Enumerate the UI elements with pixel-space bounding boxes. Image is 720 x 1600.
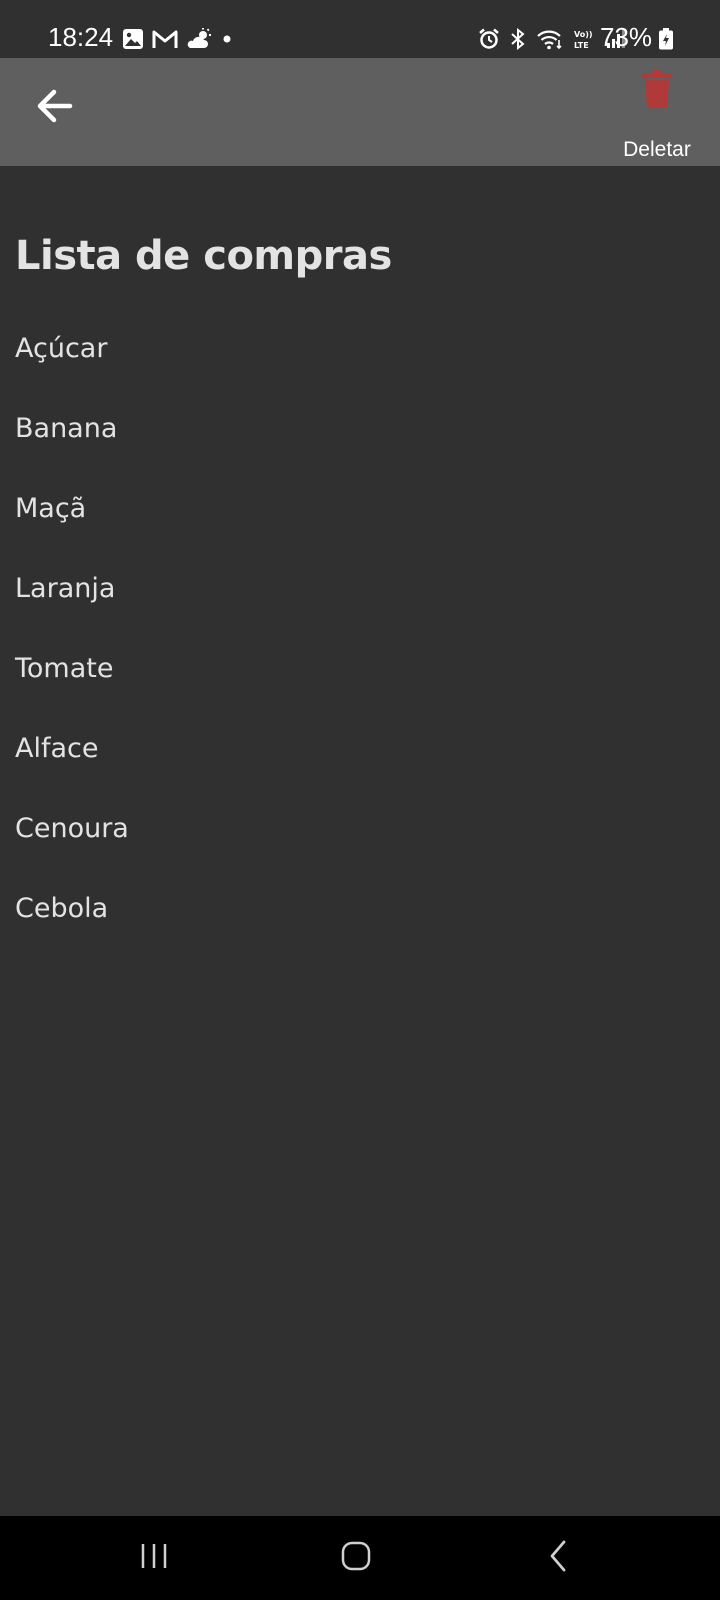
- back-nav-icon: [547, 1540, 569, 1576]
- delete-button[interactable]: Deletar: [612, 70, 702, 161]
- wifi-icon: [536, 28, 564, 50]
- nav-bar: [0, 1516, 720, 1600]
- list-item[interactable]: Cenoura: [0, 788, 720, 868]
- recent-apps-icon: [139, 1542, 169, 1574]
- gallery-icon: [122, 28, 144, 50]
- status-bar: 18:24 Vo)) LTE 73%: [0, 0, 720, 58]
- back-button[interactable]: [26, 80, 82, 136]
- svg-text:Vo)): Vo)): [574, 30, 593, 39]
- list-item[interactable]: Açúcar: [0, 308, 720, 388]
- svg-text:LTE: LTE: [574, 41, 589, 50]
- volte-icon: Vo)) LTE: [573, 28, 597, 50]
- back-nav-button[interactable]: [528, 1536, 588, 1580]
- list-item[interactable]: Banana: [0, 388, 720, 468]
- delete-label: Deletar: [623, 138, 691, 161]
- gmail-icon: [152, 29, 178, 49]
- alarm-icon: [478, 28, 500, 50]
- status-time: 18:24: [48, 22, 114, 52]
- weather-icon: [186, 28, 212, 50]
- list-item[interactable]: Laranja: [0, 548, 720, 628]
- app-bar: Deletar: [0, 58, 720, 166]
- list-item[interactable]: Tomate: [0, 628, 720, 708]
- dot-icon: [220, 34, 234, 44]
- battery-icon: [658, 28, 674, 50]
- battery-percent: 73%: [600, 22, 653, 52]
- arrow-left-icon: [34, 88, 74, 128]
- recent-apps-button[interactable]: [124, 1536, 184, 1580]
- list-item[interactable]: Maçã: [0, 468, 720, 548]
- shopping-list: Açúcar Banana Maçã Laranja Tomate Alface…: [0, 308, 720, 948]
- list-item[interactable]: Alface: [0, 708, 720, 788]
- status-left-icons: [122, 27, 234, 51]
- home-button[interactable]: [326, 1536, 386, 1580]
- list-item[interactable]: Cebola: [0, 868, 720, 948]
- bluetooth-icon: [509, 28, 527, 50]
- home-icon: [341, 1541, 371, 1575]
- page-title: Lista de compras: [15, 233, 392, 279]
- trash-icon: [641, 70, 673, 114]
